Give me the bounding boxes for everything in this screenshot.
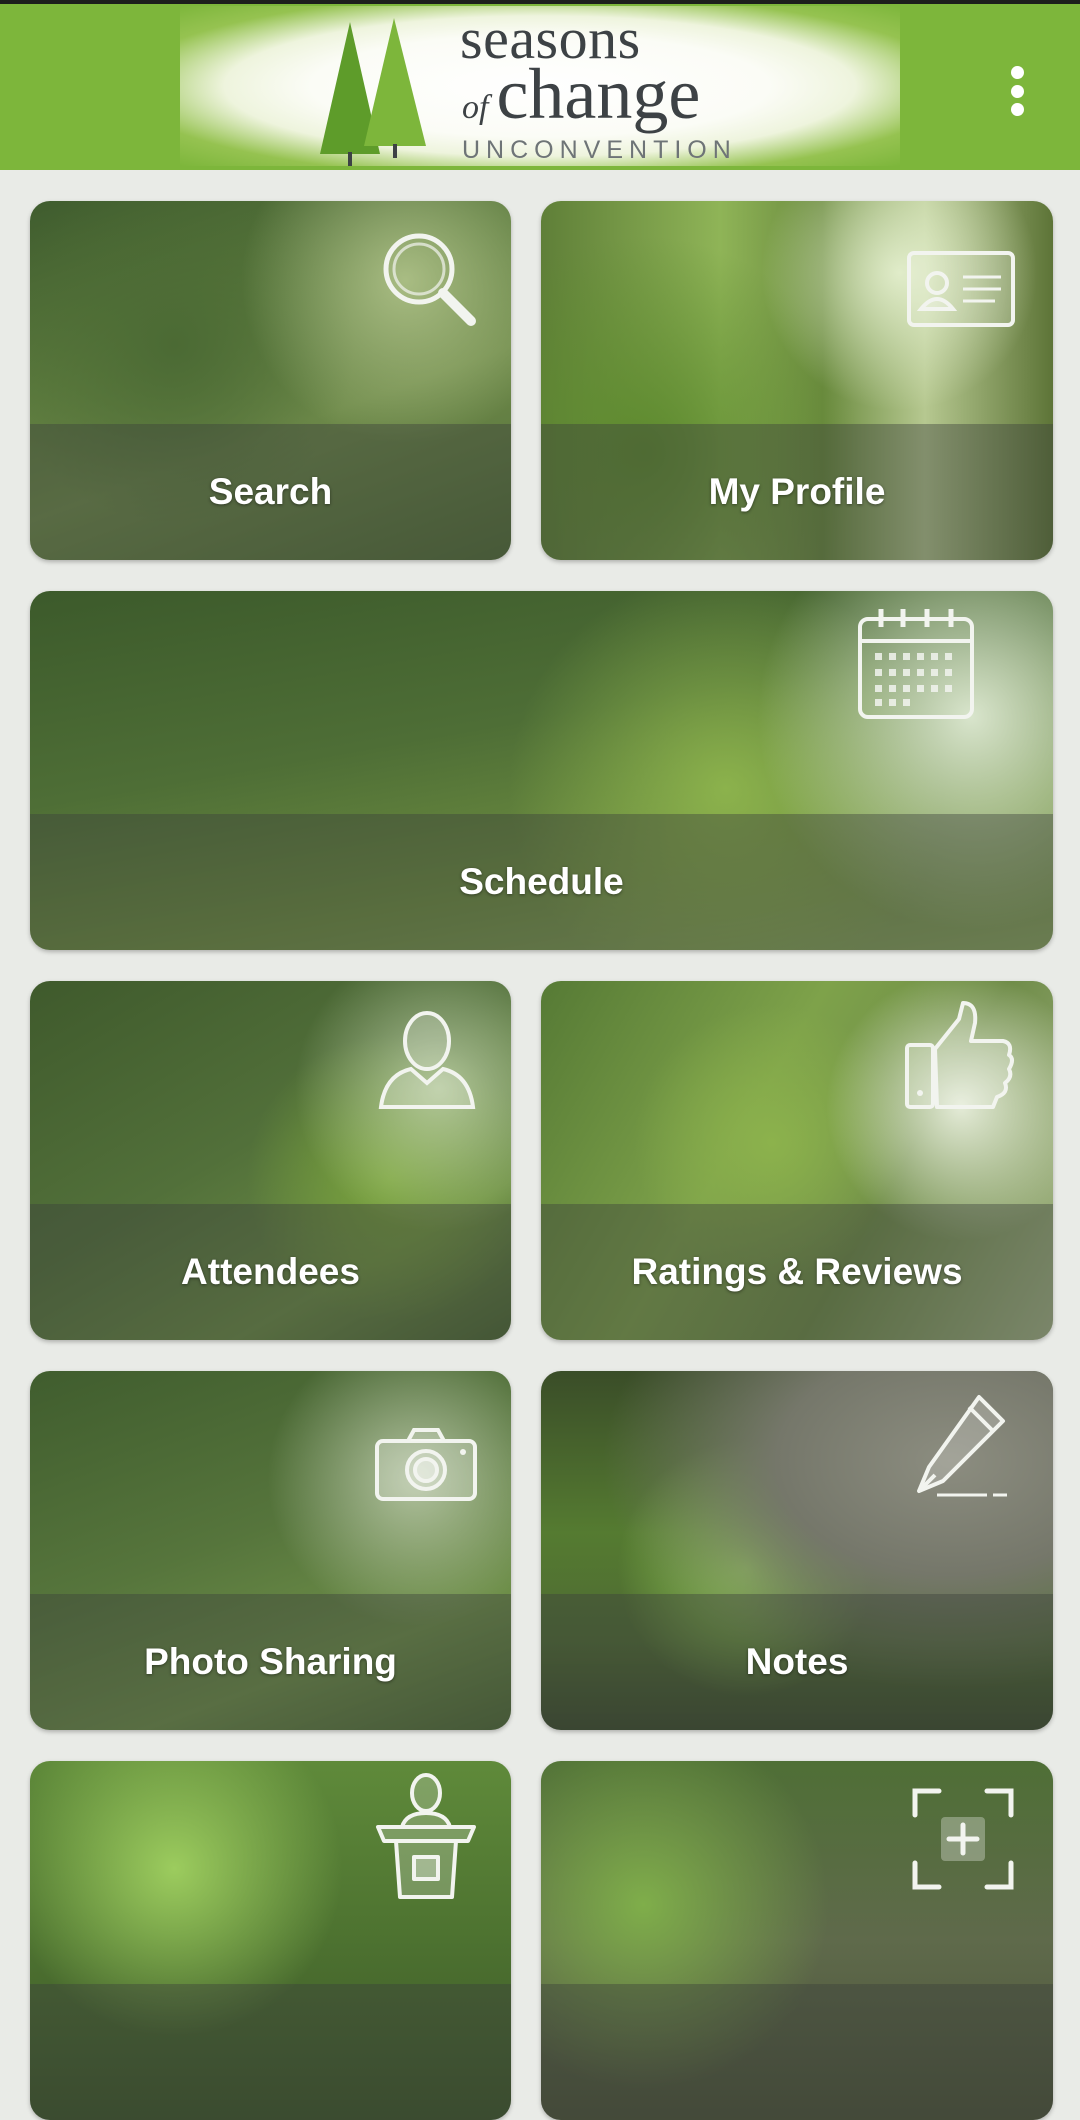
search-icon — [375, 225, 485, 335]
tile-label: Attendees — [181, 1251, 360, 1292]
tile-label-band: Attendees — [30, 1204, 511, 1340]
more-vert-icon-dot — [1010, 84, 1024, 98]
tile-label-band — [30, 1984, 511, 2120]
tile-label-band — [541, 1984, 1053, 2120]
pine-trees-logo-icon — [320, 18, 426, 166]
tile-label-band: My Profile — [541, 424, 1053, 560]
app-header: seasons of change UNCONVENTION — [0, 4, 1080, 170]
tile-schedule[interactable]: Schedule — [30, 591, 1053, 950]
logo-text-change-word: change — [496, 54, 701, 134]
calendar-icon — [857, 607, 975, 721]
add-scan-icon — [911, 1787, 1015, 1891]
logo-text-of: of — [462, 89, 489, 126]
camera-icon — [374, 1427, 478, 1503]
person-icon — [375, 1005, 479, 1111]
thumbs-up-icon — [903, 999, 1017, 1111]
pen-icon — [907, 1391, 1015, 1503]
tile-label-band: Search — [30, 424, 511, 560]
tile-add-scan[interactable] — [541, 1761, 1053, 2120]
tile-label: Search — [208, 471, 333, 512]
tile-label-band: Ratings & Reviews — [541, 1204, 1053, 1340]
more-options-button[interactable] — [996, 60, 1038, 122]
tile-label: Notes — [745, 1641, 849, 1682]
tile-speakers[interactable] — [30, 1761, 511, 2120]
more-vert-icon — [1010, 66, 1024, 79]
tile-label: Ratings & Reviews — [631, 1251, 963, 1292]
tile-my-profile[interactable]: My Profile — [541, 201, 1053, 560]
tile-label: Photo Sharing — [144, 1641, 397, 1682]
tile-label-band: Schedule — [30, 814, 1053, 950]
tile-label-band: Photo Sharing — [30, 1594, 511, 1730]
tile-photo-sharing[interactable]: Photo Sharing — [30, 1371, 511, 1730]
tile-attendees[interactable]: Attendees — [30, 981, 511, 1340]
more-vert-icon-dot — [1010, 103, 1024, 116]
tile-label-band: Notes — [541, 1594, 1053, 1730]
tile-search[interactable]: Search — [30, 201, 511, 560]
id-card-icon — [907, 251, 1015, 327]
logo-text-unconvention: UNCONVENTION — [462, 136, 737, 164]
tile-label: Schedule — [459, 861, 624, 902]
speaker-podium-icon — [374, 1769, 478, 1899]
tile-label: My Profile — [708, 471, 886, 512]
tile-ratings-reviews[interactable]: Ratings & Reviews — [541, 981, 1053, 1340]
tile-notes[interactable]: Notes — [541, 1371, 1053, 1730]
app-logo: seasons of change UNCONVENTION — [318, 10, 758, 168]
logo-text-change: of change — [462, 58, 700, 144]
